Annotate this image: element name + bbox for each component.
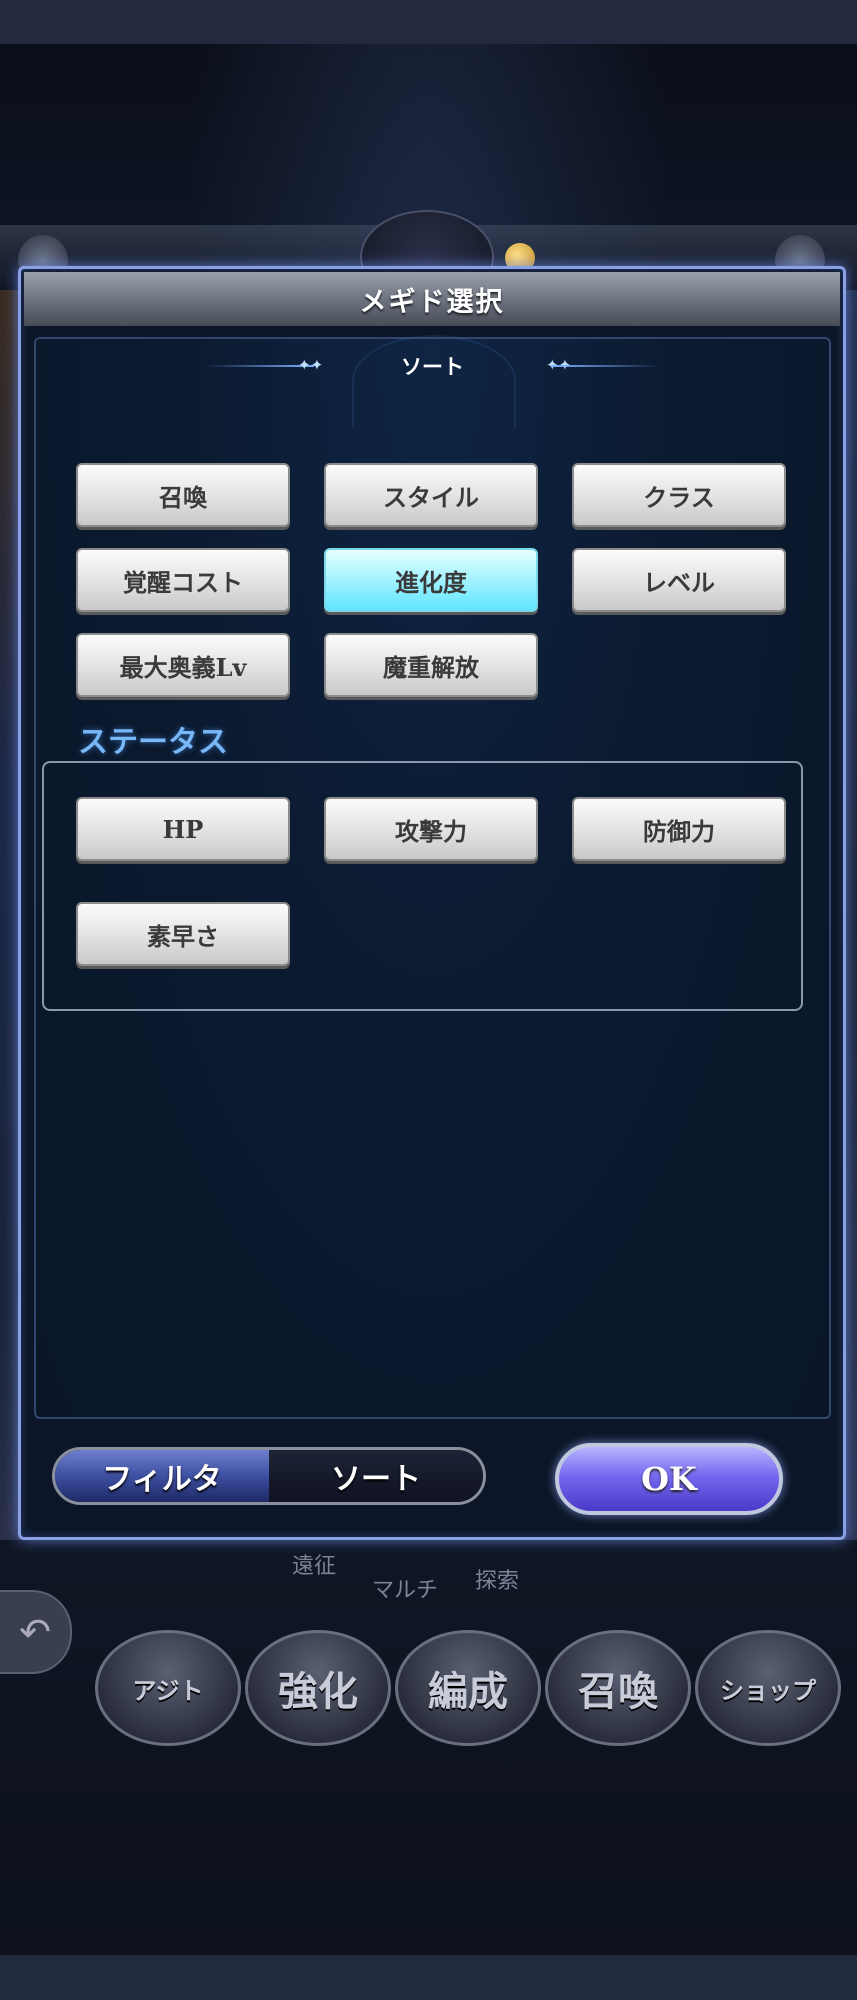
- dialog-title-text: メギド選択: [359, 286, 505, 318]
- sort-button-awaken-cost[interactable]: 覚醒コスト: [76, 548, 290, 612]
- status-section-label: ステータス: [78, 725, 228, 760]
- nav-formation: 編成: [395, 1630, 541, 1746]
- sort-button-class[interactable]: クラス: [572, 463, 786, 527]
- sort-button-max-ougi-lv[interactable]: 最大奥義Lv: [76, 633, 290, 697]
- bottom-bar: [0, 1955, 857, 2000]
- nav-summon: 召喚: [545, 1630, 691, 1746]
- sort-button-evolution[interactable]: 進化度: [324, 548, 538, 612]
- sort-button-style[interactable]: スタイル: [324, 463, 538, 527]
- submenu-multi: マルチ: [372, 1578, 439, 1603]
- status-button-speed[interactable]: 素早さ: [76, 902, 290, 966]
- status-button-hp[interactable]: HP: [76, 797, 290, 861]
- sort-button-majuu-release[interactable]: 魔重解放: [324, 633, 538, 697]
- sort-button-level[interactable]: レベル: [572, 548, 786, 612]
- sort-button-summon[interactable]: 召喚: [76, 463, 290, 527]
- dialog-title: メギド選択: [24, 272, 840, 326]
- submenu-expedition: 遠征: [292, 1554, 337, 1579]
- emblem-decoration: [352, 335, 516, 427]
- tab-sort[interactable]: ソート: [269, 1450, 483, 1502]
- status-button-defense[interactable]: 防御力: [572, 797, 786, 861]
- sort-title: ソート: [401, 355, 464, 379]
- nav-shop: ショップ: [695, 1630, 841, 1746]
- tab-filter[interactable]: フィルタ: [55, 1450, 269, 1502]
- megido-select-dialog: メギド選択 ✦✦ ソート ✦✦ 召喚 スタイル クラス 覚醒コスト 進化度 レベ…: [18, 266, 846, 1540]
- top-bar: [0, 0, 857, 44]
- status-button-attack[interactable]: 攻撃力: [324, 797, 538, 861]
- nav-enhance: 強化: [245, 1630, 391, 1746]
- ok-button[interactable]: OK: [555, 1443, 783, 1515]
- deco-line-right: [551, 365, 661, 367]
- filter-sort-toggle: フィルタ ソート: [52, 1447, 486, 1505]
- nav-hideout: アジト: [95, 1630, 241, 1746]
- submenu-explore: 探索: [475, 1569, 520, 1594]
